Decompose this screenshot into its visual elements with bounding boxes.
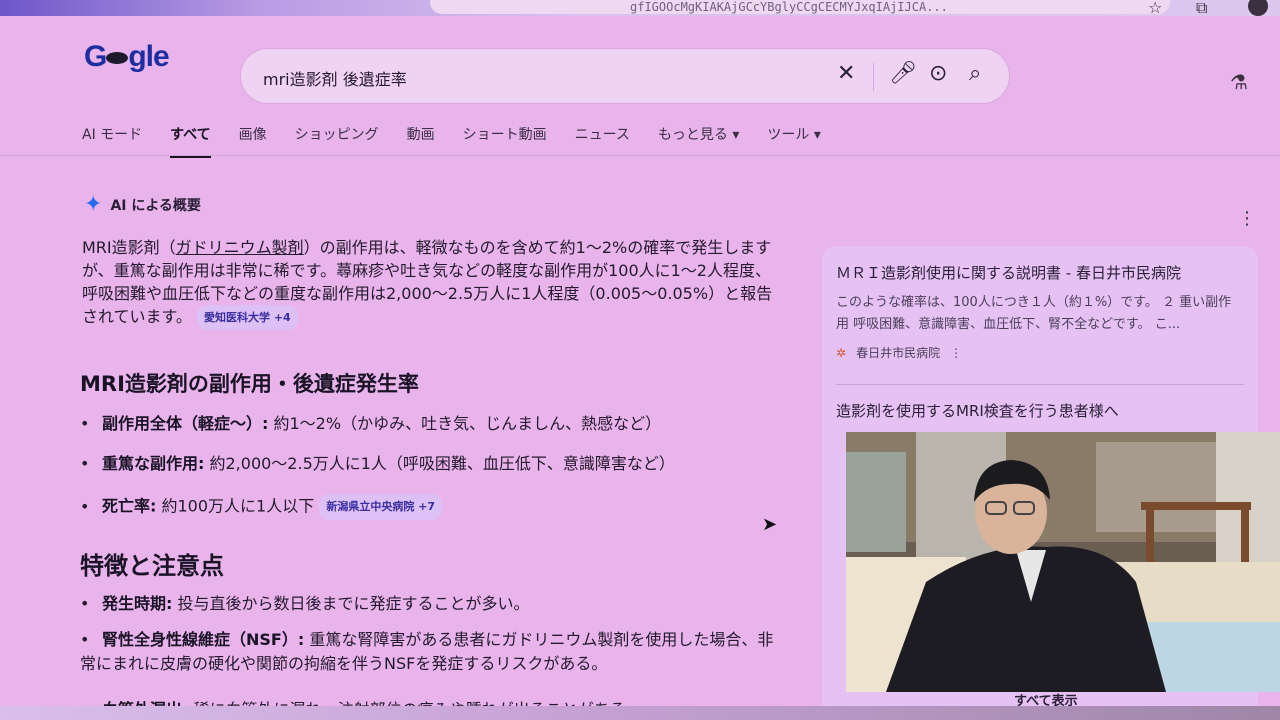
source-site-name[interactable]: 春日井市民病院	[856, 344, 940, 361]
search-input[interactable]: mri造影剤 後遺症率	[263, 66, 407, 90]
puzzle-icon[interactable]: ⧉	[1196, 0, 1207, 18]
source-chip[interactable]: 新潟県立中央病院 +7	[319, 494, 443, 520]
search-divider	[873, 63, 874, 91]
source-card-title[interactable]: 造影剤を使用するMRI検査を行う患者様へ	[836, 400, 1119, 421]
google-logo[interactable]: Ggle	[84, 40, 170, 74]
tab-ai-mode[interactable]: AI モード	[82, 124, 142, 158]
site-favicon-icon: ✲	[836, 345, 847, 360]
divider	[836, 384, 1244, 385]
item-text: 投与直後から数日後までに発症することが多い。	[177, 594, 530, 613]
ai-summary-text: MRI造影剤（ガドリニウム製剤）の副作用は、軽微なものを含めて約1〜2%の確率で…	[82, 236, 782, 330]
star-icon[interactable]: ☆	[1148, 0, 1162, 17]
tab-news[interactable]: ニュース	[575, 124, 630, 158]
tab-tools[interactable]: ツール ▾	[767, 124, 820, 158]
tabs-divider	[0, 155, 1280, 156]
sparkle-icon: ✦	[84, 192, 103, 217]
tab-shopping[interactable]: ショッピング	[295, 124, 379, 158]
search-box[interactable]: mri造影剤 後遺症率 ✕ 🎤︎ ⊙ ⌕	[240, 48, 1010, 104]
section-title: 特徴と注意点	[80, 552, 224, 580]
mic-icon[interactable]: 🎤︎	[889, 61, 917, 86]
tab-all[interactable]: すべて	[170, 124, 211, 158]
logo-text-tail: gle	[128, 40, 169, 73]
source-card-snippet: このような確率は、100人につき１人（約１%）です。 ２ 重い副作用 呼吸困難、…	[836, 295, 1232, 332]
list-item: • 副作用全体（軽症〜）: 約1〜2%（かゆみ、吐き気、じんましん、熱感など）	[80, 414, 662, 433]
list-item: • 腎性全身性線維症（NSF）: 重篤な腎障害がある患者にガドリニウム製剤を使用し…	[80, 630, 774, 673]
source-chip[interactable]: 愛知医科大学 +4	[197, 305, 298, 330]
item-label: 腎性全身性線維症（NSF）:	[102, 630, 305, 649]
mouse-cursor-icon: ➤	[762, 514, 778, 535]
tab-videos[interactable]: 動画	[407, 124, 435, 158]
address-bar[interactable]: gfIGOOcMgKIAKAjGCcYBglyCCgCECMYJxqIAjIJC…	[430, 0, 1170, 14]
more-options-icon[interactable]: ⋮	[1238, 208, 1256, 229]
tab-short-videos[interactable]: ショート動画	[463, 124, 547, 158]
summary-part: MRI造影剤（	[82, 238, 176, 257]
item-label: 副作用全体（軽症〜）:	[102, 414, 269, 433]
source-card-footer: ✲ 春日井市民病院 ⋮	[836, 344, 962, 361]
item-text: 約100万人に1人以下	[161, 496, 315, 516]
item-text: 約2,000〜2.5万人に1人（呼吸困難、血圧低下、意識障害など）	[209, 454, 675, 473]
item-label: 発生時期:	[102, 594, 173, 613]
source-card-title[interactable]: ＭＲＩ造影剤使用に関する説明書 - 春日井市民病院	[836, 262, 1181, 283]
more-options-icon[interactable]: ⋮	[950, 346, 962, 360]
item-text: 約1〜2%（かゆみ、吐き気、じんましん、熱感など）	[273, 414, 662, 433]
tab-more[interactable]: もっと見る ▾	[658, 124, 739, 158]
search-icon[interactable]: ⌕	[969, 61, 981, 86]
list-item: • 死亡率: 約100万人に1人以下 新潟県立中央病院 +7	[80, 494, 780, 520]
url-text: gfIGOOcMgKIAKAjGCcYBglyCCgCECMYJxqIAjIJC…	[630, 0, 948, 14]
item-label: 重篤な副作用:	[102, 454, 205, 473]
list-item: • 重篤な副作用: 約2,000〜2.5万人に1人（呼吸困難、血圧低下、意識障害な…	[80, 454, 675, 473]
search-tabs: AI モード すべて 画像 ショッピング 動画 ショート動画 ニュース もっと見…	[82, 124, 849, 158]
section-title: MRI造影剤の副作用・後遺症発生率	[80, 372, 419, 396]
summary-link[interactable]: ガドリニウム製剤	[176, 238, 304, 257]
taskbar	[0, 706, 1280, 720]
webcam-video-frame	[846, 432, 1280, 692]
tab-images[interactable]: 画像	[239, 124, 267, 158]
close-icon[interactable]: ✕	[837, 61, 855, 86]
item-label: 死亡率:	[102, 496, 157, 516]
ai-overview-title: AI による概要	[110, 197, 201, 214]
webcam-overlay	[846, 432, 1280, 692]
list-item: • 発生時期: 投与直後から数日後までに発症することが多い。	[80, 594, 530, 613]
flask-icon[interactable]: ⚗	[1230, 70, 1248, 94]
camera-icon[interactable]: ⊙	[929, 61, 947, 86]
ai-overview-header: ✦ AI による概要	[84, 192, 201, 217]
